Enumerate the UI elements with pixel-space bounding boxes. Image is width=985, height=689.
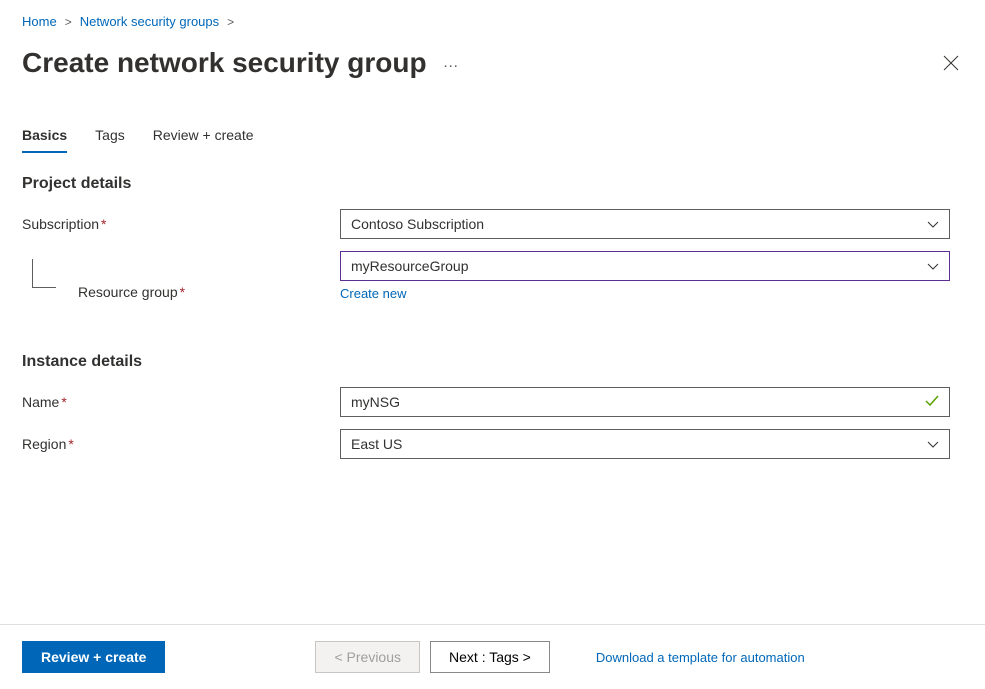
breadcrumb: Home > Network security groups > <box>22 14 963 29</box>
tab-basics[interactable]: Basics <box>22 127 67 153</box>
resource-group-label: Resource group* <box>22 277 340 307</box>
required-indicator: * <box>101 216 106 232</box>
chevron-down-icon <box>927 436 939 452</box>
page-title: Create network security group <box>22 47 427 79</box>
breadcrumb-nsg[interactable]: Network security groups <box>80 14 219 29</box>
chevron-right-icon: > <box>227 15 234 29</box>
name-label: Name* <box>22 394 340 410</box>
more-icon[interactable]: … <box>443 54 460 72</box>
tabs: Basics Tags Review + create <box>22 127 963 153</box>
footer: Review + create < Previous Next : Tags >… <box>0 624 985 689</box>
chevron-down-icon <box>927 216 939 232</box>
breadcrumb-home[interactable]: Home <box>22 14 57 29</box>
required-indicator: * <box>61 394 66 410</box>
close-icon[interactable] <box>939 51 963 75</box>
check-icon <box>925 394 939 410</box>
subscription-label: Subscription* <box>22 216 340 232</box>
tab-tags[interactable]: Tags <box>95 127 125 153</box>
tab-review-create[interactable]: Review + create <box>153 127 254 153</box>
review-create-button[interactable]: Review + create <box>22 641 165 673</box>
name-input[interactable]: myNSG <box>340 387 950 417</box>
next-button[interactable]: Next : Tags > <box>430 641 550 673</box>
required-indicator: * <box>180 284 185 300</box>
subscription-dropdown[interactable]: Contoso Subscription <box>340 209 950 239</box>
chevron-right-icon: > <box>65 15 72 29</box>
required-indicator: * <box>68 436 73 452</box>
create-new-resource-group-link[interactable]: Create new <box>340 286 406 301</box>
section-project-details: Project details <box>22 175 963 193</box>
region-dropdown[interactable]: East US <box>340 429 950 459</box>
section-instance-details: Instance details <box>22 353 963 371</box>
previous-button: < Previous <box>315 641 420 673</box>
tree-indent-icon <box>22 277 78 307</box>
resource-group-dropdown[interactable]: myResourceGroup <box>340 251 950 281</box>
download-template-link[interactable]: Download a template for automation <box>596 650 805 665</box>
region-label: Region* <box>22 436 340 452</box>
chevron-down-icon <box>927 258 939 274</box>
